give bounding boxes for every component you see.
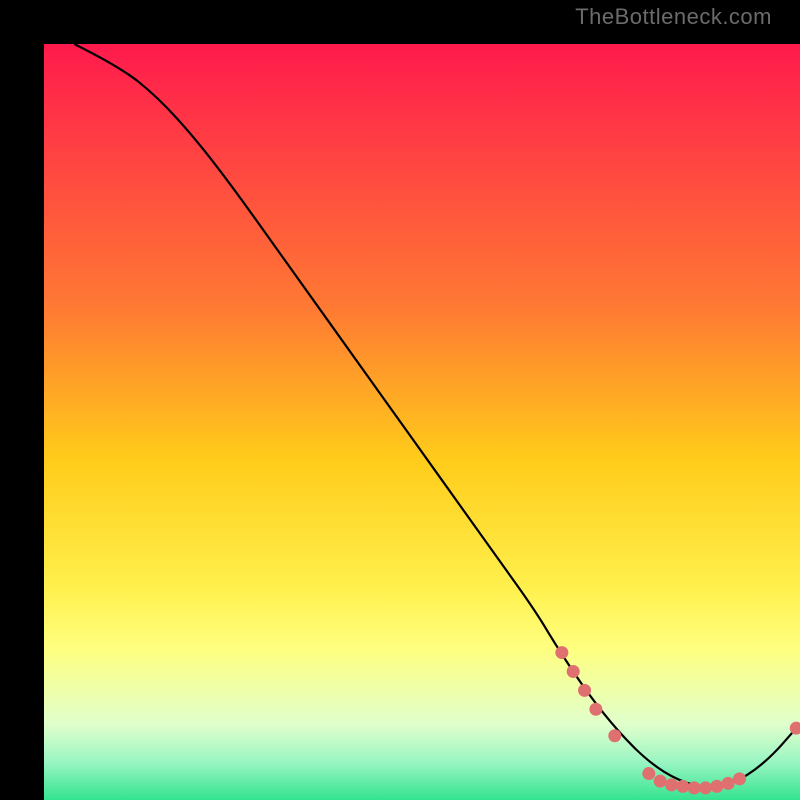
- data-marker: [688, 781, 701, 794]
- data-marker: [665, 778, 678, 791]
- data-marker: [578, 684, 591, 697]
- gradient-background: [44, 44, 800, 800]
- chart-svg: [44, 44, 800, 800]
- data-marker: [567, 665, 580, 678]
- data-marker: [710, 780, 723, 793]
- data-marker: [642, 767, 655, 780]
- data-marker: [555, 646, 568, 659]
- data-marker: [589, 703, 602, 716]
- data-marker: [733, 772, 746, 785]
- watermark-label: TheBottleneck.com: [575, 4, 772, 30]
- data-marker: [676, 780, 689, 793]
- data-marker: [699, 781, 712, 794]
- data-marker: [608, 729, 621, 742]
- plot-area: [22, 22, 778, 778]
- data-marker: [654, 775, 667, 788]
- data-marker: [722, 777, 735, 790]
